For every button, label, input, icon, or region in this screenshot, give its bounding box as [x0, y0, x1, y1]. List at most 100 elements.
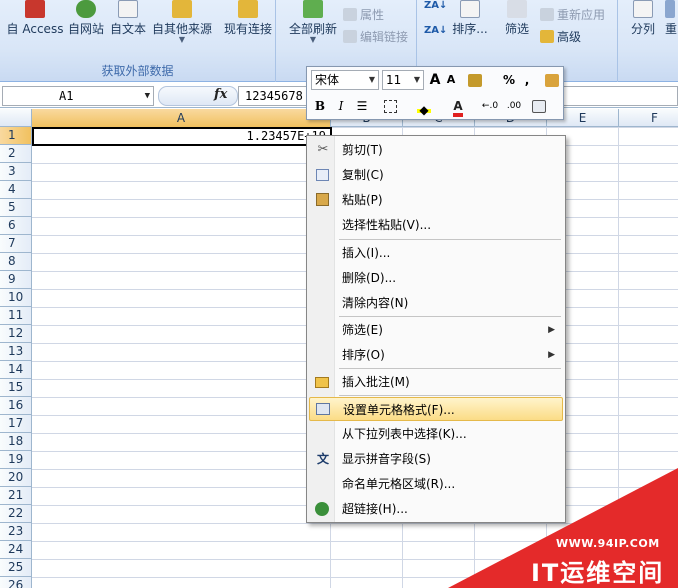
group-get-external-data: 自 Access 自网站 自文本 自其他来源 ▼ 现有连接 获取外部数据 [0, 0, 276, 82]
sort-button[interactable]: 排序... [448, 0, 492, 58]
center-align-button[interactable]: ☰ [353, 96, 371, 116]
menu-item-paste[interactable]: 粘贴(P) [309, 188, 563, 212]
row-header[interactable]: 23 [0, 523, 32, 541]
reapply-button[interactable]: 重新应用 [540, 6, 605, 23]
menu-item-copy[interactable]: 复制(C) [309, 163, 563, 187]
connections-icon [238, 0, 258, 18]
filter-button[interactable]: 筛选 [500, 0, 534, 58]
font-size-select[interactable]: 11 ▼ [382, 70, 424, 90]
comma-button[interactable]: , [521, 70, 533, 90]
insert-function-icon[interactable]: fx [214, 87, 227, 102]
menu-item-define-name[interactable]: 命名单元格区域(R)... [309, 472, 563, 496]
row-header[interactable]: 6 [0, 217, 32, 235]
decrease-decimal-button[interactable]: .00 [503, 96, 525, 116]
italic-button[interactable]: I [332, 96, 350, 116]
row-header[interactable]: 13 [0, 343, 32, 361]
row-header[interactable]: 16 [0, 397, 32, 415]
fill-color-icon: ◆ [417, 100, 431, 117]
copy-icon [316, 169, 329, 181]
watermark-name: IT运维空间 [531, 559, 665, 587]
mini-toolbar: 宋体 ▼ 11 ▼ A A % , B I ☰ ◆ A ←.0 .00 [306, 66, 564, 120]
column-header-a[interactable]: A [32, 109, 331, 127]
grow-font-button[interactable]: A [427, 70, 443, 90]
font-name-select[interactable]: 宋体 ▼ [311, 70, 379, 90]
row-header[interactable]: 24 [0, 541, 32, 559]
row-header[interactable]: 20 [0, 469, 32, 487]
menu-item-format-cells[interactable]: 设置单元格格式(F)... [309, 397, 563, 421]
row-header[interactable]: 15 [0, 379, 32, 397]
row-header[interactable]: 21 [0, 487, 32, 505]
row-header[interactable]: 2 [0, 145, 32, 163]
chevron-down-icon[interactable]: ▼ [145, 87, 150, 105]
row-header[interactable]: 14 [0, 361, 32, 379]
row-header[interactable]: 11 [0, 307, 32, 325]
group-data-tools: 分列 重 [619, 0, 678, 82]
menu-item-cut[interactable]: ✂ 剪切(T) [309, 138, 563, 162]
row-header[interactable]: 4 [0, 181, 32, 199]
text-to-columns-button[interactable]: 分列 [625, 0, 661, 58]
submenu-arrow-icon: ▶ [548, 350, 555, 360]
row-header[interactable]: 17 [0, 415, 32, 433]
menu-item-filter[interactable]: 筛选(E) ▶ [309, 318, 563, 342]
row-header[interactable]: 25 [0, 559, 32, 577]
sort-descending-icon: ZA↓ [424, 25, 448, 36]
row-header[interactable]: 3 [0, 163, 32, 181]
menu-item-pick-from-list[interactable]: 从下拉列表中选择(K)... [309, 422, 563, 446]
advanced-button[interactable]: 高级 [540, 28, 581, 45]
paste-icon [316, 193, 329, 206]
menu-item-clear-contents[interactable]: 清除内容(N) [309, 291, 563, 315]
cell-a1[interactable]: 1.23457E+19 [32, 127, 332, 146]
row-header[interactable]: 1 [0, 127, 32, 145]
remove-duplicates-button[interactable]: 重 [665, 0, 678, 58]
row-header[interactable]: 5 [0, 199, 32, 217]
merge-cells-icon [532, 100, 546, 113]
existing-connections-button[interactable]: 现有连接 [220, 0, 276, 58]
menu-item-hyperlink[interactable]: 超链接(H)... [309, 497, 563, 521]
sort-icon [460, 0, 480, 18]
menu-item-insert-comment[interactable]: 插入批注(M) [309, 370, 563, 394]
row-header[interactable]: 7 [0, 235, 32, 253]
column-header-f[interactable]: F [619, 109, 678, 127]
menu-item-insert[interactable]: 插入(I)... [309, 241, 563, 265]
properties-icon [343, 8, 357, 21]
duplicates-icon [665, 0, 675, 18]
phonetic-icon: 文 [316, 452, 329, 466]
row-header[interactable]: 9 [0, 271, 32, 289]
bold-button[interactable]: B [311, 96, 329, 116]
menu-item-show-phonetic[interactable]: 文 显示拼音字段(S) [309, 447, 563, 471]
percent-button[interactable]: % [501, 70, 517, 90]
from-web-button[interactable]: 自网站 [66, 0, 106, 58]
row-header[interactable]: 12 [0, 325, 32, 343]
text-file-icon [118, 0, 138, 18]
merge-center-button[interactable] [529, 96, 549, 116]
globe-icon [76, 0, 96, 18]
menu-item-delete[interactable]: 删除(D)... [309, 266, 563, 290]
row-header[interactable]: 22 [0, 505, 32, 523]
row-header[interactable]: 10 [0, 289, 32, 307]
row-header[interactable]: 26 [0, 577, 32, 588]
from-text-button[interactable]: 自文本 [108, 0, 148, 58]
row-header[interactable]: 19 [0, 451, 32, 469]
fill-color-button[interactable]: ◆ [411, 96, 437, 117]
font-color-button[interactable]: A [445, 96, 471, 117]
brush-icon [545, 74, 559, 87]
sort-az-button[interactable]: ZA↓ ZA↓ [424, 0, 448, 58]
from-access-button[interactable]: 自 Access [4, 0, 66, 58]
menu-item-paste-special[interactable]: 选择性粘贴(V)... [309, 213, 563, 237]
watermark-url: WWW.94IP.COM [556, 537, 660, 550]
menu-item-sort[interactable]: 排序(O) ▶ [309, 343, 563, 367]
row-header[interactable]: 8 [0, 253, 32, 271]
borders-button[interactable] [377, 96, 403, 116]
select-all-corner[interactable] [0, 109, 32, 127]
name-box[interactable]: A1 ▼ [2, 86, 154, 106]
accounting-format-button[interactable] [464, 70, 486, 90]
refresh-all-button[interactable]: 全部刷新 ▼ [285, 0, 341, 58]
edit-links-button[interactable]: 编辑链接 [343, 28, 408, 45]
align-center-icon: ☰ [356, 99, 368, 113]
properties-button[interactable]: 属性 [343, 6, 384, 23]
format-painter-button[interactable] [543, 70, 561, 90]
increase-decimal-button[interactable]: ←.0 [479, 96, 501, 116]
shrink-font-button[interactable]: A [444, 70, 458, 90]
row-header[interactable]: 18 [0, 433, 32, 451]
from-other-sources-button[interactable]: 自其他来源 ▼ [150, 0, 214, 58]
